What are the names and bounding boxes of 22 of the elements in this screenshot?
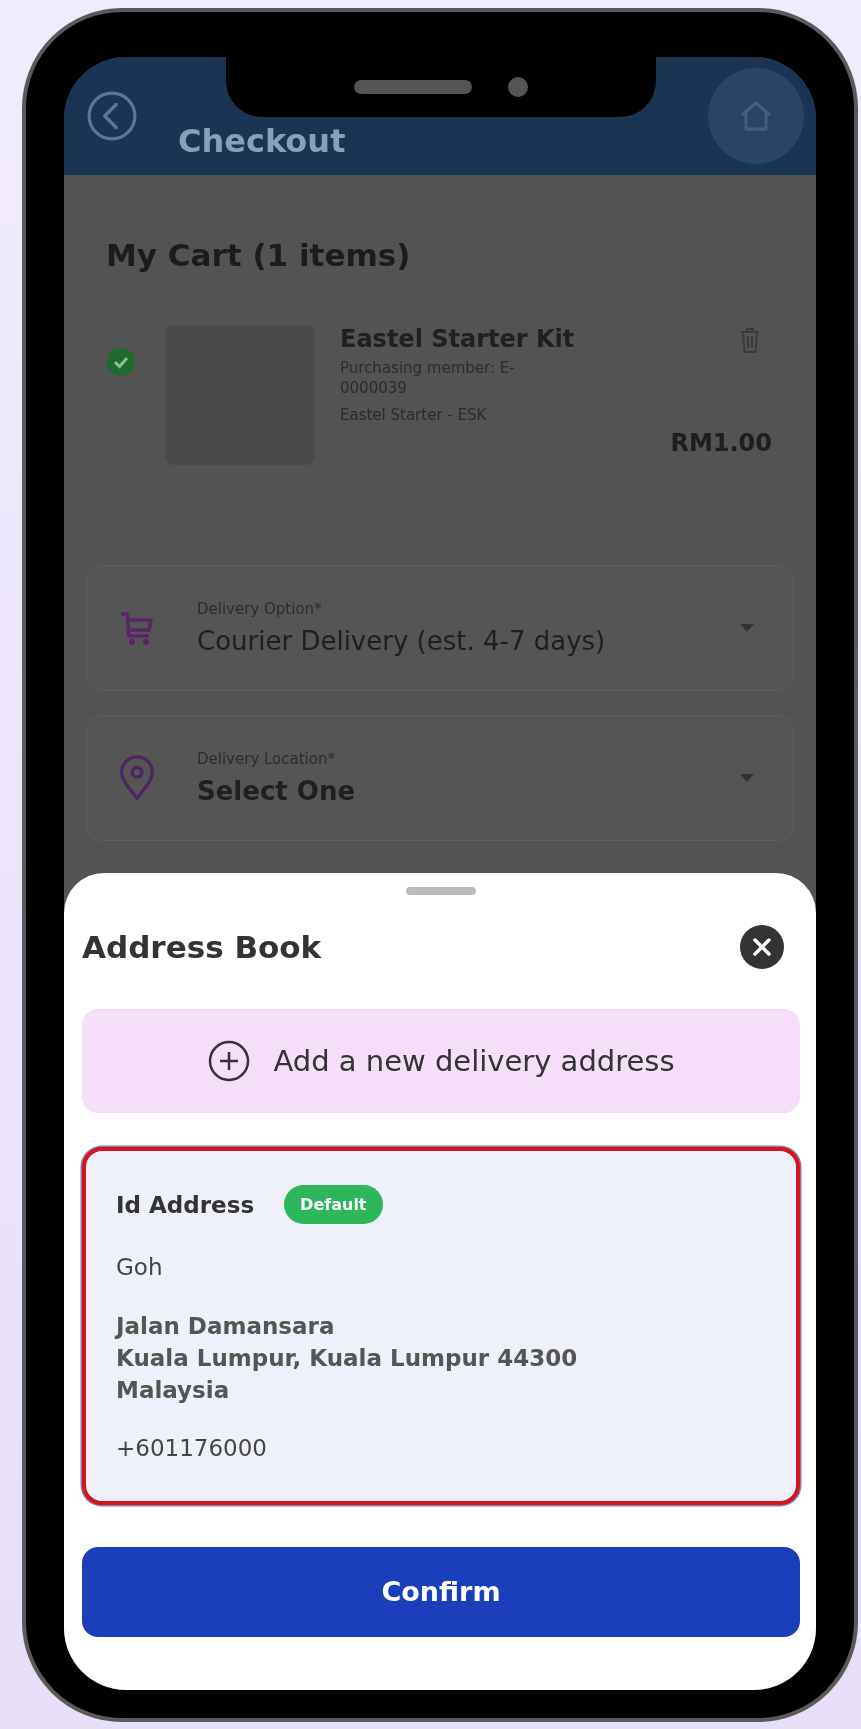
- page-title: Checkout: [178, 122, 346, 160]
- back-icon[interactable]: [86, 90, 138, 142]
- plus-circle-icon: [207, 1039, 252, 1083]
- cart-title: My Cart (1 items): [106, 237, 412, 273]
- add-address-button[interactable]: Add a new delivery address: [82, 1009, 800, 1113]
- close-icon[interactable]: [740, 925, 784, 969]
- sheet-title: Address Book: [82, 929, 322, 965]
- recipient-name: Goh: [116, 1254, 164, 1280]
- phone-number: +601176000: [116, 1434, 268, 1461]
- address-line: Jalan Damansara: [116, 1312, 336, 1341]
- trash-icon[interactable]: [738, 325, 762, 355]
- address-label: Id Address: [116, 1191, 255, 1218]
- default-badge: Default: [284, 1185, 383, 1224]
- drag-handle[interactable]: [406, 887, 476, 895]
- confirm-button[interactable]: Confirm: [82, 1546, 800, 1637]
- location-pin-icon: [117, 755, 157, 801]
- checkbox[interactable]: [106, 347, 136, 377]
- caret-icon: [739, 773, 755, 783]
- caret-icon: [739, 623, 755, 633]
- address-line: Kuala Lumpur, Kuala Lumpur 44300: [116, 1344, 579, 1374]
- address-card[interactable]: Id Address Default Goh Jalan Damansara Kuala Lumpur, Kuala Lumpur 44300 Malaysia +601176000: [82, 1147, 800, 1505]
- address-line: Malaysia: [116, 1376, 231, 1406]
